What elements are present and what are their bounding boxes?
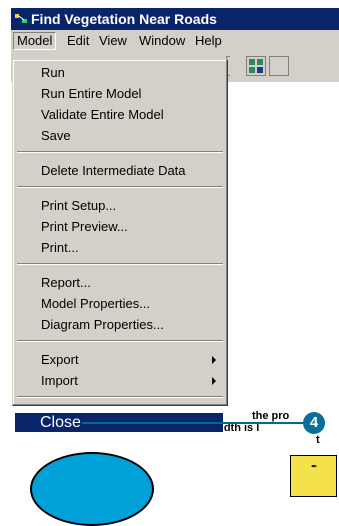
menu-separator [17,396,223,398]
model-app-icon [15,14,27,23]
menu-item-print[interactable]: Print... [16,238,224,257]
grid-icon [249,59,263,73]
menu-window[interactable]: Window [139,33,185,49]
menu-item-print-preview[interactable]: Print Preview... [16,217,224,236]
menu-item-export[interactable]: Export [16,350,224,369]
menu-item-save[interactable]: Save [16,126,224,145]
menu-item-diagram-properties[interactable]: Diagram Properties... [16,315,224,334]
toolbar [224,52,339,82]
document-text: the pro [252,410,290,422]
menu-view[interactable]: View [99,33,127,49]
title-bar[interactable]: Find Vegetation Near Roads [11,8,339,30]
document-text: t [316,434,320,446]
menu-item-validate-entire-model[interactable]: Validate Entire Model [16,105,224,124]
menu-item-delete-intermediate-data[interactable]: Delete Intermediate Data [16,161,224,180]
menu-separator [17,263,223,265]
menu-bar: Model Edit View Window Help [11,30,339,52]
menu-item-import[interactable]: Import [16,371,224,390]
menu-item-run[interactable]: Run [16,63,224,82]
menu-item-report[interactable]: Report... [16,273,224,292]
menu-item-print-setup[interactable]: Print Setup... [16,196,224,215]
callout-line [82,422,304,424]
menu-separator [17,186,223,188]
model-menu-dropdown: Run Run Entire Model Validate Entire Mod… [12,59,228,406]
menu-separator [17,340,223,342]
submenu-arrow-icon [212,377,216,385]
menu-item-model-properties[interactable]: Model Properties... [16,294,224,313]
menu-item-run-entire-model[interactable]: Run Entire Model [16,84,224,103]
tool-icon: ✒ [311,462,318,471]
grid-view-button[interactable] [246,56,266,76]
toolbar-button[interactable] [269,56,289,76]
menu-model[interactable]: Model [13,32,57,50]
tool-element[interactable]: ✒ [290,455,337,497]
submenu-arrow-icon [212,356,216,364]
menu-item-label: Export [41,352,79,367]
window-title: Find Vegetation Near Roads [31,11,217,27]
input-data-element[interactable] [30,452,154,526]
menu-help[interactable]: Help [195,33,222,49]
menu-separator [17,151,223,153]
menu-item-label: Import [41,373,78,388]
menu-edit[interactable]: Edit [67,33,89,49]
callout-number: 4 [303,412,325,434]
